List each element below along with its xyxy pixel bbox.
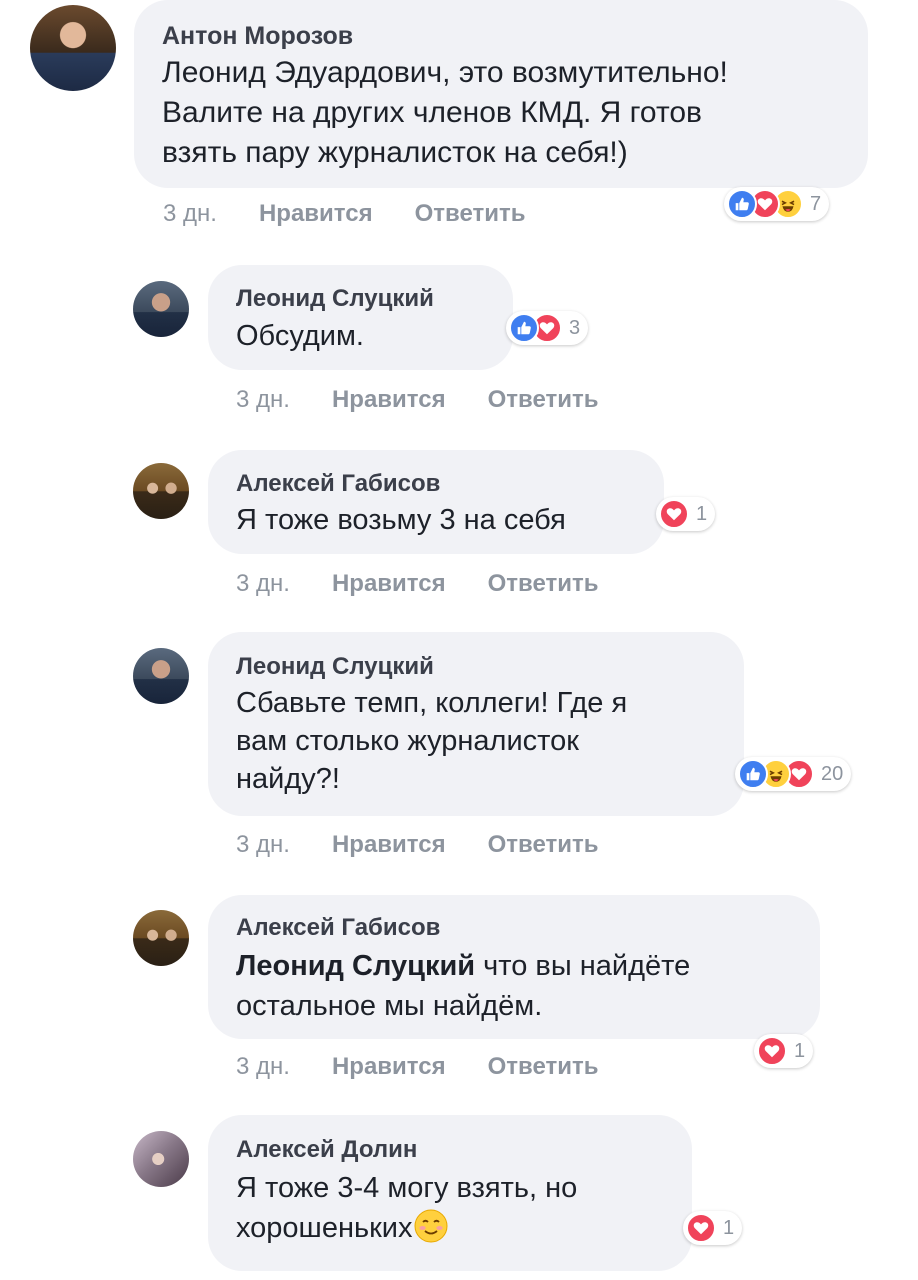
avatar[interactable] — [133, 1131, 189, 1187]
comment-time[interactable]: 3 дн. — [236, 831, 290, 858]
love-icon — [757, 1036, 787, 1066]
comment-time[interactable]: 3 дн. — [236, 1053, 290, 1080]
comment-meta: 3 дн. Нравится Ответить — [163, 200, 526, 228]
comment-meta: 3 дн. Нравится Ответить — [236, 570, 599, 598]
comment-time[interactable]: 3 дн. — [236, 386, 290, 413]
reply-button[interactable]: Ответить — [488, 386, 599, 413]
comment-time[interactable]: 3 дн. — [236, 570, 290, 597]
like-button[interactable]: Нравится — [259, 200, 373, 227]
reaction-count: 1 — [696, 502, 708, 525]
mention-link[interactable]: Леонид Слуцкий — [236, 950, 475, 982]
reply-button[interactable]: Ответить — [488, 570, 599, 597]
reaction-count: 7 — [810, 192, 822, 215]
comment-text: Леонид Эдуардович, это возмутительно! Ва… — [162, 56, 728, 169]
like-icon — [738, 759, 768, 789]
reaction-count: 1 — [723, 1216, 735, 1239]
comment-meta: 3 дн. Нравится Ответить — [236, 831, 599, 859]
comment-text: Леонид Слуцкий что вы найдёте остальное … — [236, 946, 690, 1026]
avatar[interactable] — [133, 281, 189, 337]
comment-author[interactable]: Алексей Долин — [236, 1136, 417, 1164]
reactions-summary[interactable]: 1 — [656, 497, 716, 531]
comment-text: Я тоже возьму 3 на себя — [236, 504, 566, 536]
reply-button[interactable]: Ответить — [488, 1053, 599, 1080]
reactions-summary[interactable]: 20 — [735, 757, 852, 791]
comment-author[interactable]: Алексей Габисов — [236, 914, 440, 942]
comment-text: Обсудим. — [236, 320, 364, 352]
reactions-summary[interactable]: 1 — [683, 1211, 743, 1245]
like-button[interactable]: Нравится — [332, 386, 446, 413]
like-button[interactable]: Нравится — [332, 831, 446, 858]
reply-button[interactable]: Ответить — [415, 200, 526, 227]
reactions-summary[interactable]: 7 — [724, 187, 830, 221]
like-icon — [727, 189, 757, 219]
reactions-summary[interactable]: 3 — [506, 311, 589, 345]
comment-author[interactable]: Антон Морозов — [162, 22, 353, 51]
reaction-count: 20 — [821, 762, 844, 785]
avatar[interactable] — [133, 648, 189, 704]
comment-time[interactable]: 3 дн. — [163, 200, 217, 227]
like-button[interactable]: Нравится — [332, 1053, 446, 1080]
avatar[interactable] — [133, 910, 189, 966]
reaction-count: 1 — [794, 1039, 806, 1062]
love-icon — [686, 1213, 716, 1243]
comment-text: Я тоже 3-4 могу взять, но хорошеньких — [236, 1168, 577, 1254]
comment-author[interactable]: Леонид Слуцкий — [236, 285, 434, 313]
comment-text-body: Я тоже 3-4 могу взять, но хорошеньких — [236, 1172, 578, 1244]
comment-author[interactable]: Алексей Габисов — [236, 470, 440, 498]
comment-meta: 3 дн. Нравится Ответить — [236, 386, 599, 414]
smiling-face-icon — [414, 1209, 448, 1254]
like-icon — [509, 313, 539, 343]
avatar[interactable] — [133, 463, 189, 519]
reaction-count: 3 — [569, 316, 581, 339]
comment-meta: 3 дн. Нравится Ответить — [236, 1053, 599, 1081]
comment-author[interactable]: Леонид Слуцкий — [236, 653, 434, 681]
reply-button[interactable]: Ответить — [488, 831, 599, 858]
comment-text: Сбавьте темп, коллеги! Где я вам столько… — [236, 687, 628, 795]
reactions-summary[interactable]: 1 — [754, 1034, 814, 1068]
avatar[interactable] — [30, 5, 116, 91]
love-icon — [659, 499, 689, 529]
like-button[interactable]: Нравится — [332, 570, 446, 597]
